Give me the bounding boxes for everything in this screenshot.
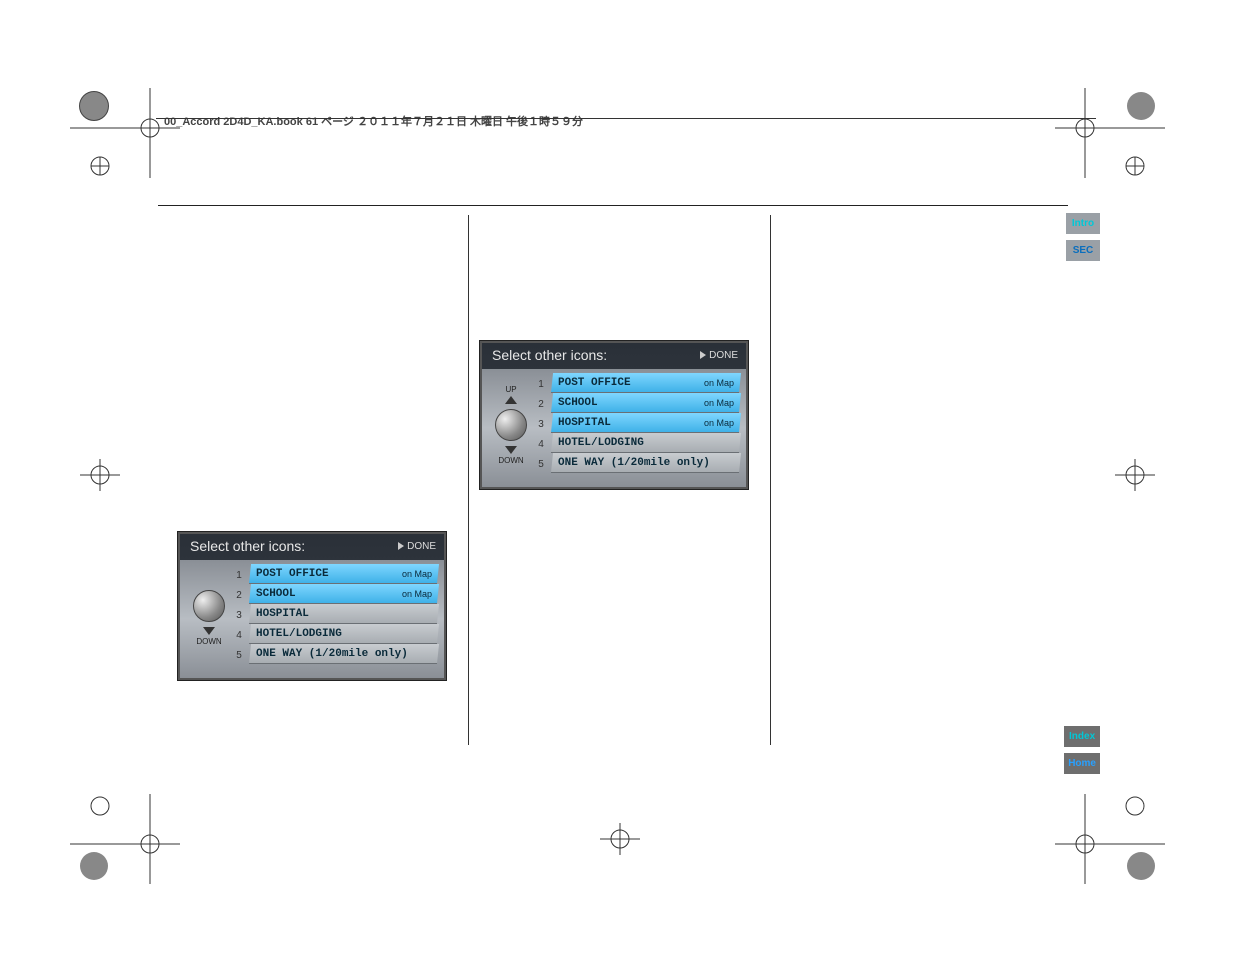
nav-b-done[interactable]: DONE [700, 350, 738, 361]
down-label: DOWN [498, 456, 523, 465]
nav-screenshot-a: Select other icons: DONE DOWN 1 2 3 4 5 … [178, 532, 446, 680]
regmark-bottom-left [70, 794, 180, 884]
num-4: 4 [232, 626, 246, 646]
list-item[interactable]: SCHOOLon Map [249, 584, 439, 604]
list-item[interactable]: HOSPITAL [249, 604, 439, 624]
page-header-text: 00_Accord 2D4D_KA.book 61 ページ ２０１１年７月２１日… [164, 113, 583, 129]
num-1: 1 [534, 375, 548, 395]
dial-icon[interactable] [495, 409, 527, 441]
side-tabs-bottom: Index Home [1064, 726, 1100, 774]
regmark-mid-left [70, 455, 130, 495]
list-item[interactable]: HOSPITALon Map [551, 413, 741, 433]
num-2: 2 [232, 586, 246, 606]
side-tabs-top: Intro SEC [1066, 213, 1100, 261]
up-label: UP [505, 385, 516, 394]
column-divider-2 [770, 215, 771, 745]
num-1: 1 [232, 566, 246, 586]
list-item[interactable]: ONE WAY (1/20mile only) [249, 644, 439, 664]
regmark-top-left [70, 88, 180, 178]
nav-b-titlebar: Select other icons: DONE [482, 343, 746, 369]
arrow-down-icon[interactable] [505, 446, 517, 454]
nav-b-list: POST OFFICEon Map SCHOOLon Map HOSPITALo… [548, 373, 740, 477]
arrow-down-icon[interactable] [203, 627, 215, 635]
num-3: 3 [232, 606, 246, 626]
column-divider-1 [468, 215, 469, 745]
nav-b-left-controls: UP DOWN [488, 373, 534, 477]
nav-a-done[interactable]: DONE [398, 541, 436, 552]
num-2: 2 [534, 395, 548, 415]
regmark-top-right [1055, 88, 1165, 178]
page-header-rule [156, 118, 1096, 119]
nav-b-title: Select other icons: [492, 347, 607, 363]
tab-home[interactable]: Home [1064, 753, 1100, 774]
list-item[interactable]: HOTEL/LODGING [249, 624, 439, 644]
nav-a-titlebar: Select other icons: DONE [180, 534, 444, 560]
arrow-up-icon[interactable] [505, 396, 517, 404]
tab-index[interactable]: Index [1064, 726, 1100, 747]
down-label: DOWN [196, 637, 221, 646]
content-top-rule [158, 205, 1068, 206]
regmark-bottom-right [1055, 794, 1165, 884]
nav-a-numbers: 1 2 3 4 5 [232, 564, 246, 668]
nav-a-left-controls: DOWN [186, 564, 232, 668]
nav-b-numbers: 1 2 3 4 5 [534, 373, 548, 477]
num-5: 5 [232, 646, 246, 666]
list-item[interactable]: ONE WAY (1/20mile only) [551, 453, 741, 473]
nav-screenshot-b: Select other icons: DONE UP DOWN 1 2 3 4… [480, 341, 748, 489]
num-3: 3 [534, 415, 548, 435]
list-item[interactable]: SCHOOLon Map [551, 393, 741, 413]
num-5: 5 [534, 455, 548, 475]
dial-icon[interactable] [193, 590, 225, 622]
tab-sec[interactable]: SEC [1066, 240, 1100, 261]
nav-a-list: POST OFFICEon Map SCHOOLon Map HOSPITAL … [246, 564, 438, 668]
regmark-bottom-center [590, 819, 650, 859]
nav-a-title: Select other icons: [190, 538, 305, 554]
num-4: 4 [534, 435, 548, 455]
tab-intro[interactable]: Intro [1066, 213, 1100, 234]
list-item[interactable]: POST OFFICEon Map [551, 373, 741, 393]
list-item[interactable]: HOTEL/LODGING [551, 433, 741, 453]
list-item[interactable]: POST OFFICEon Map [249, 564, 439, 584]
regmark-mid-right [1105, 455, 1165, 495]
